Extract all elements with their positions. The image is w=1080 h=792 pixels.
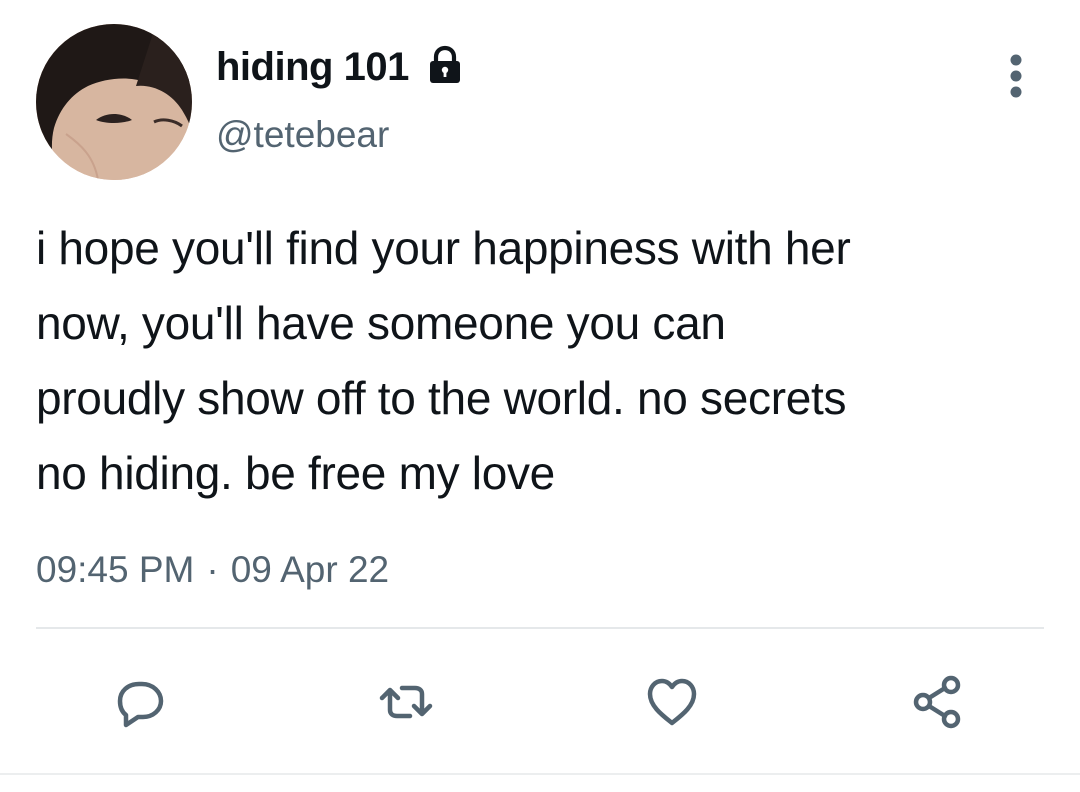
display-name[interactable]: hiding 101 [216, 42, 409, 92]
tweet-time: 09:45 PM [36, 549, 195, 590]
tweet-card: hiding 101 @tetebear i hope you'll find … [0, 0, 1080, 792]
tweet-timestamp: 09:45 PM · 09 Apr 22 [36, 545, 389, 595]
tweet-date: 09 Apr 22 [230, 549, 390, 590]
like-button[interactable] [640, 670, 704, 734]
lock-icon [424, 44, 466, 86]
share-button[interactable] [906, 670, 970, 734]
share-icon [913, 675, 961, 729]
timestamp-separator: · [206, 549, 219, 590]
heart-icon [647, 678, 697, 726]
divider [36, 627, 1044, 629]
tweet-text-line: now, you'll have someone you can [36, 297, 726, 349]
avatar[interactable] [36, 24, 192, 180]
user-handle[interactable]: @tetebear [216, 111, 389, 159]
tweet-text-line: proudly show off to the world. no secret… [36, 372, 847, 424]
tweet-text-line: i hope you'll find your happiness with h… [36, 222, 851, 274]
more-vertical-icon [1010, 54, 1022, 98]
retweet-icon [379, 685, 433, 719]
reply-button[interactable] [108, 670, 172, 734]
tweet-text: i hope you'll find your happiness with h… [36, 211, 1046, 511]
reply-icon [117, 681, 164, 728]
bottom-divider [0, 773, 1080, 775]
more-options-button[interactable] [996, 50, 1036, 102]
avatar-image [36, 24, 192, 180]
tweet-text-line: no hiding. be free my love [36, 447, 555, 499]
retweet-button[interactable] [374, 670, 438, 734]
